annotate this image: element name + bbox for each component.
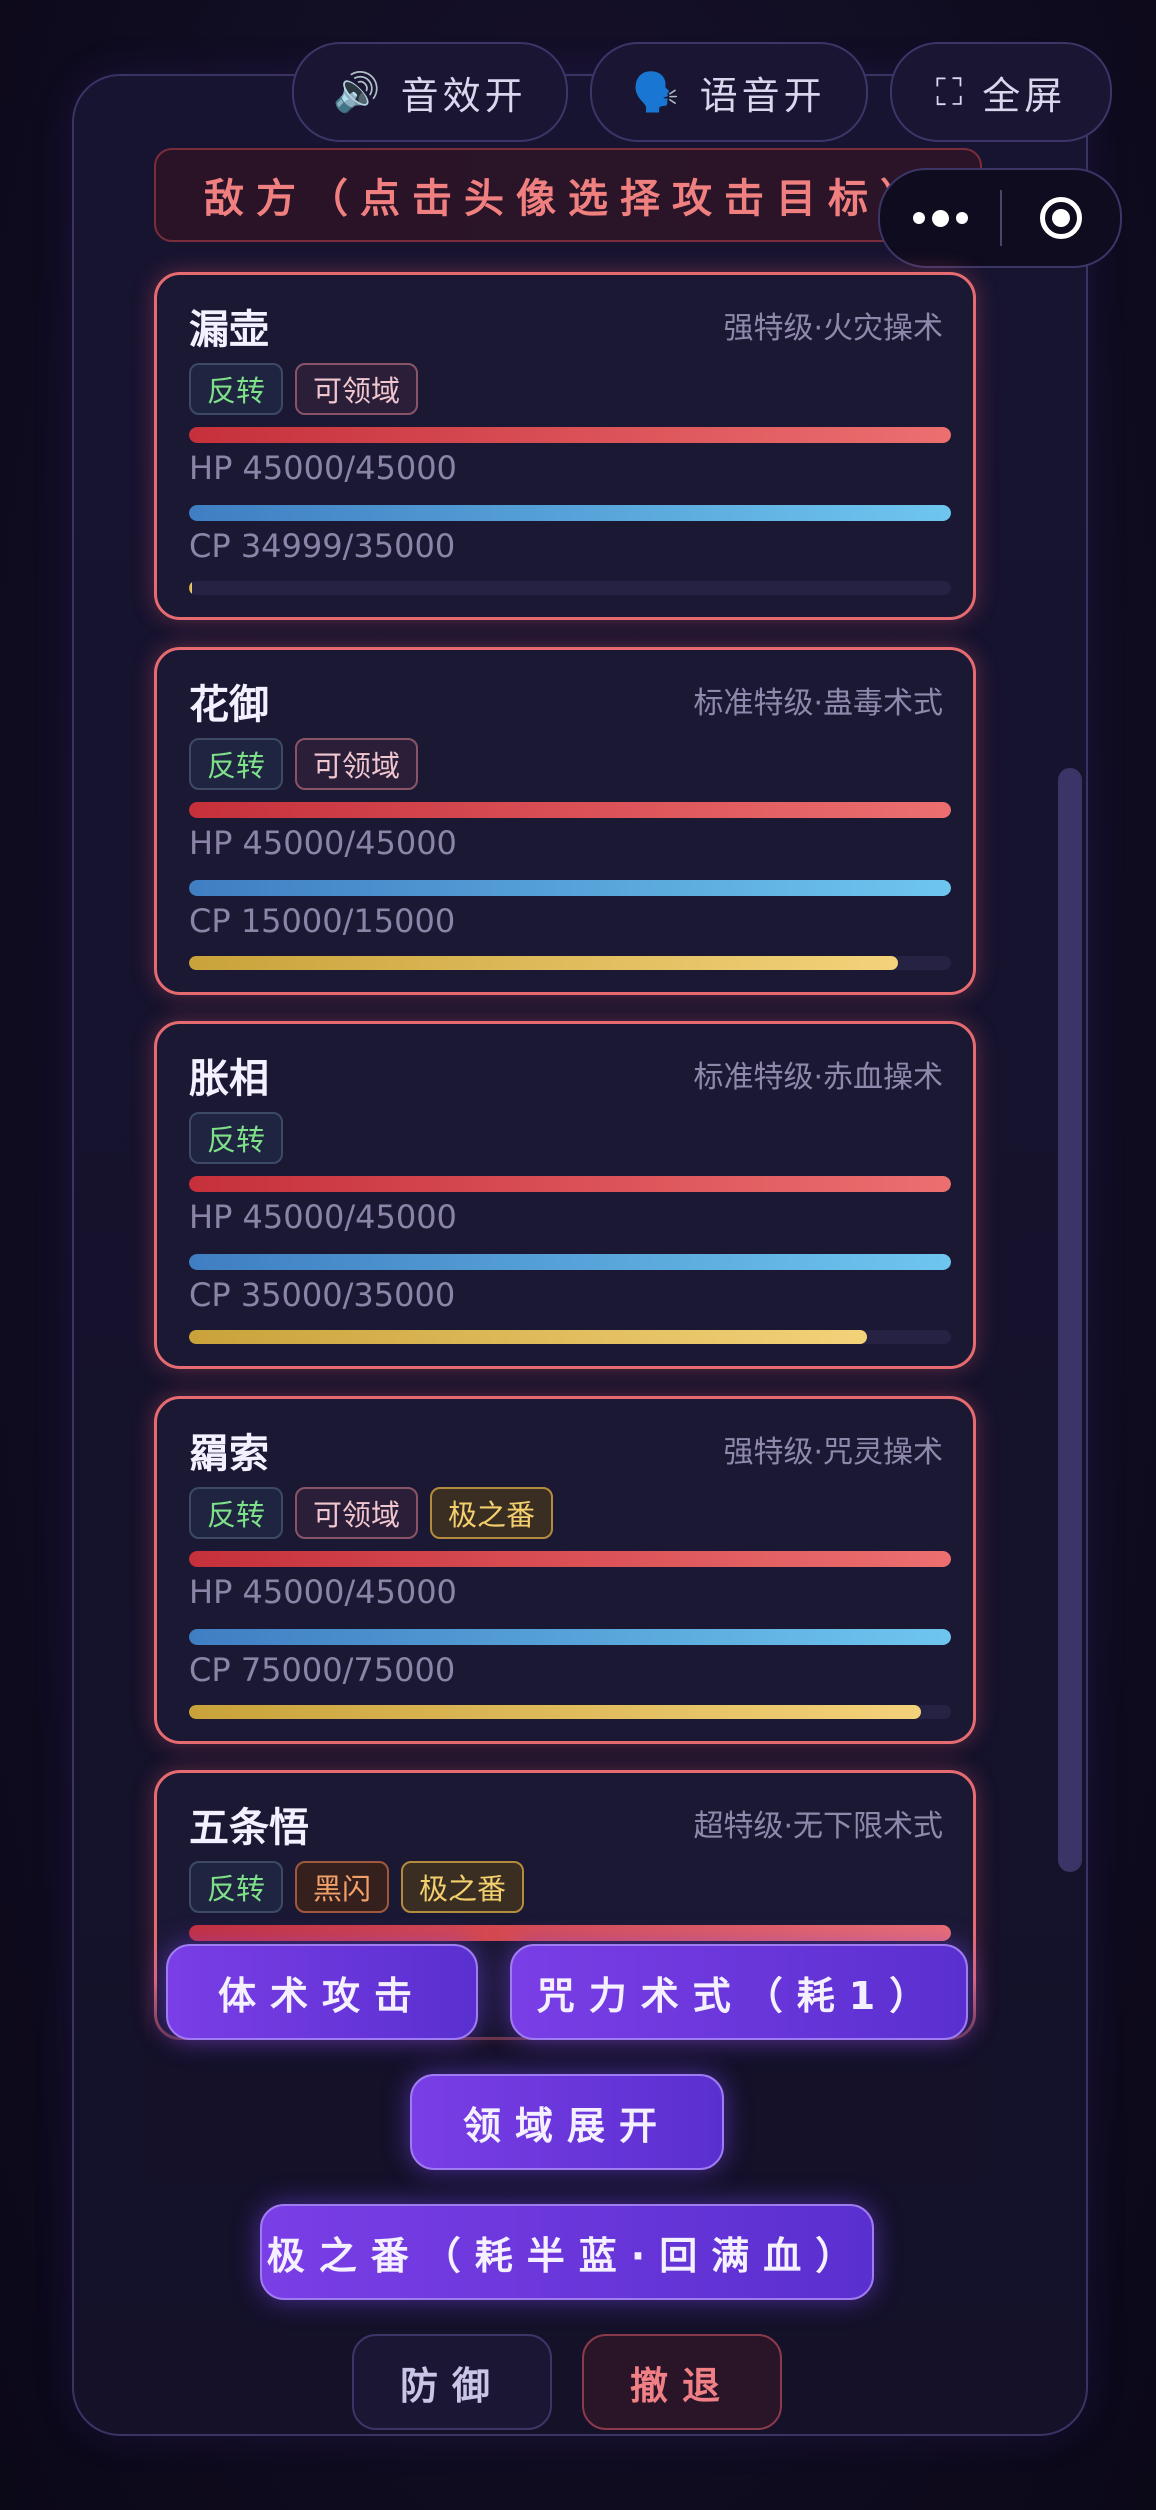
miniprogram-capsule [878, 168, 1122, 268]
enemy-grade: 强特级·火灾操术 [723, 311, 943, 346]
enemy-tags: 反转 可领域 [189, 363, 419, 415]
physical-attack-button[interactable]: 体术攻击 [166, 1944, 478, 2040]
cp-bar [189, 505, 951, 521]
enemy-tag: 反转 [189, 363, 284, 415]
enemy-name: 羂索 [189, 1431, 269, 1477]
domain-expansion-button[interactable]: 领域展开 [410, 2074, 724, 2170]
enemy-tags: 反转 可领域 [189, 738, 419, 790]
fullscreen-label: 全屏 [982, 73, 1067, 118]
enemy-grade: 标准特级·赤血操术 [693, 1060, 943, 1095]
enemy-name: 胀相 [189, 1056, 269, 1102]
cp-text: CP 75000/75000 [189, 1651, 456, 1689]
enemy-card[interactable]: 漏壶 强特级·火灾操术反转 可领域 HP 45000/45000 CP 34999/35… [154, 272, 976, 620]
energy-bar [189, 581, 951, 595]
enemy-tag: 黑闪 [295, 1861, 390, 1913]
cp-text: CP 15000/15000 [189, 902, 456, 940]
enemy-tag: 可领域 [295, 738, 419, 790]
defend-button[interactable]: 防御 [352, 2334, 552, 2430]
hp-bar [189, 1551, 951, 1567]
cp-bar [189, 880, 951, 896]
energy-bar [189, 1705, 951, 1719]
energy-bar [189, 1330, 951, 1344]
enemy-grade: 强特级·咒灵操术 [723, 1435, 943, 1470]
sound-toggle-button[interactable]: 🔊 音效开 [292, 42, 568, 142]
enemy-name: 五条悟 [189, 1805, 309, 1851]
more-menu-icon[interactable] [880, 209, 1000, 227]
enemy-grade: 标准特级·蛊毒术式 [693, 686, 943, 721]
cp-bar [189, 1254, 951, 1270]
enemy-tag: 可领域 [295, 1487, 419, 1539]
enemy-tag: 极之番 [401, 1861, 525, 1913]
hp-text: HP 45000/45000 [189, 1198, 457, 1236]
hp-bar [189, 1925, 951, 1941]
energy-bar [189, 956, 951, 970]
cursed-technique-button[interactable]: 咒力术式（耗1） [510, 1944, 968, 2040]
enemy-tag: 反转 [189, 738, 284, 790]
hp-bar [189, 802, 951, 818]
enemy-tag: 反转 [189, 1861, 284, 1913]
enemy-name: 花御 [189, 682, 269, 728]
speaker-icon: 🔊 [333, 69, 385, 114]
cp-text: CP 34999/35000 [189, 527, 456, 565]
enemy-tag: 极之番 [430, 1487, 554, 1539]
enemy-tags: 反转 [189, 1112, 284, 1164]
hp-text: HP 45000/45000 [189, 449, 457, 487]
scrollbar-thumb[interactable] [1058, 768, 1082, 1872]
enemy-tag: 反转 [189, 1112, 284, 1164]
enemy-tags: 反转 可领域 极之番 [189, 1487, 554, 1539]
fullscreen-button[interactable]: ⛶ 全屏 [890, 42, 1112, 142]
enemy-tags: 反转 黑闪 极之番 [189, 1861, 525, 1913]
fullscreen-icon: ⛶ [935, 69, 967, 114]
enemy-section-header: 敌方（点击头像选择攻击目标） [154, 148, 982, 242]
enemy-card[interactable]: 胀相 标准特级·赤血操术反转 HP 45000/45000 CP 35000/3500… [154, 1021, 976, 1369]
enemy-name: 漏壶 [189, 307, 269, 353]
enemy-grade: 超特级·无下限术式 [693, 1809, 943, 1844]
sound-toggle-label: 音效开 [400, 73, 527, 118]
speaking-head-icon: 🗣️ [632, 69, 684, 114]
hp-bar [189, 427, 951, 443]
voice-toggle-button[interactable]: 🗣️ 语音开 [590, 42, 868, 142]
cp-bar [189, 1629, 951, 1645]
hp-bar [189, 1176, 951, 1192]
enemy-card[interactable]: 羂索 强特级·咒灵操术反转 可领域 极之番 HP 45000/45000 CP 75000… [154, 1396, 976, 1744]
voice-toggle-label: 语音开 [699, 73, 826, 118]
retreat-button[interactable]: 撤退 [582, 2334, 782, 2430]
ultimate-technique-button[interactable]: 极之番（耗半蓝·回满血） [260, 2204, 874, 2300]
cp-text: CP 35000/35000 [189, 1276, 456, 1314]
hp-text: HP 45000/45000 [189, 1573, 457, 1611]
enemy-tag: 反转 [189, 1487, 284, 1539]
enemy-card[interactable]: 花御 标准特级·蛊毒术式反转 可领域 HP 45000/45000 CP 15000/1… [154, 647, 976, 995]
close-miniprogram-icon[interactable] [1002, 197, 1120, 239]
enemy-tag: 可领域 [295, 363, 419, 415]
hp-text: HP 45000/45000 [189, 824, 457, 862]
